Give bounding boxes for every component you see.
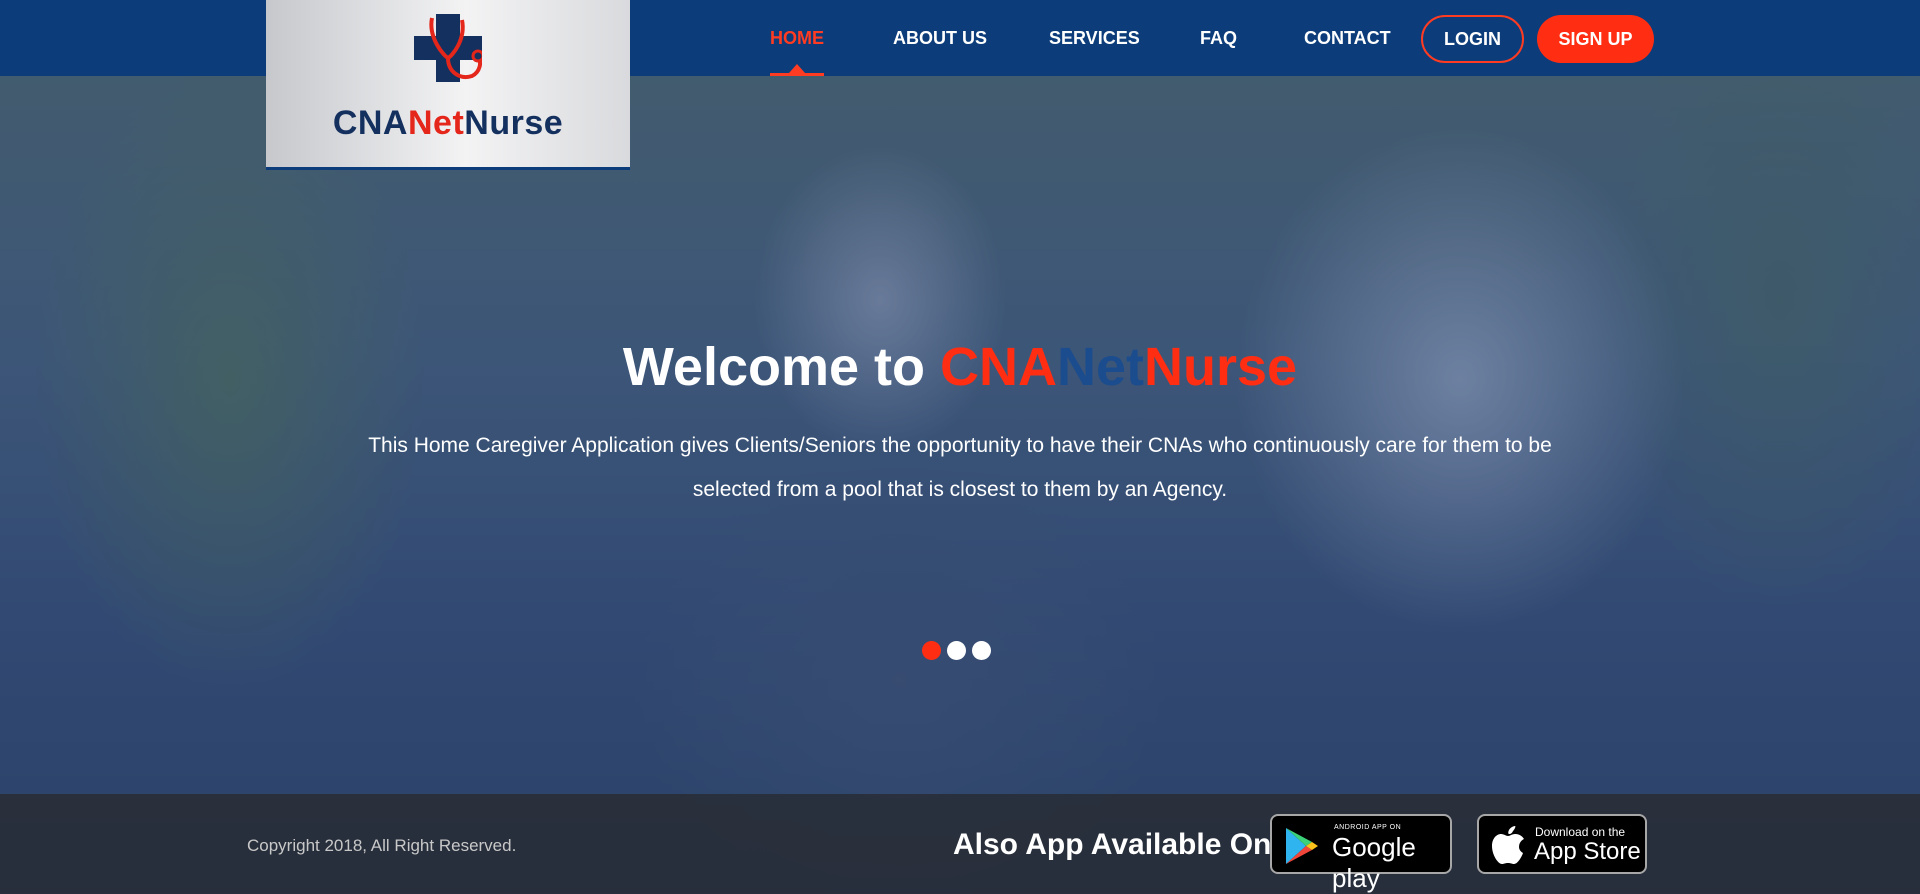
login-button[interactable]: LOGIN xyxy=(1421,15,1524,63)
carousel-dot-2[interactable] xyxy=(947,641,966,660)
nav-item-contact[interactable]: CONTACT xyxy=(1304,28,1391,50)
nav-item-services[interactable]: SERVICES xyxy=(1049,28,1140,50)
copyright-text: Copyright 2018, All Right Reserved. xyxy=(247,836,517,855)
nav-active-indicator-bar xyxy=(770,73,824,76)
hero-title-cna: CNA xyxy=(940,337,1057,397)
hero-title-net: Net xyxy=(1057,337,1145,397)
nav-active-indicator-arrow xyxy=(789,64,805,73)
signup-button[interactable]: SIGN UP xyxy=(1537,15,1654,63)
logo[interactable]: CNANetNurse xyxy=(266,0,630,170)
logo-text-cna: CNA xyxy=(332,104,408,142)
hero-title-prefix: Welcome to xyxy=(622,337,940,397)
carousel-dot-3[interactable] xyxy=(972,641,991,660)
nav-item-home[interactable]: HOME xyxy=(770,28,824,50)
carousel-dot-1[interactable] xyxy=(922,641,941,660)
apple-icon xyxy=(1492,826,1524,864)
logo-text-nurse: Nurse xyxy=(464,104,564,142)
logo-text-net: Net xyxy=(408,104,465,142)
google-play-icon xyxy=(1286,828,1318,864)
hero-subtitle: This Home Caregiver Application gives Cl… xyxy=(368,434,1552,501)
app-store-button[interactable]: Download on the App Store xyxy=(1477,814,1647,874)
hero-title-nurse: Nurse xyxy=(1144,337,1298,397)
app-available-heading: Also App Available On xyxy=(953,828,1272,861)
app-store-small-text: Download on the xyxy=(1535,825,1626,839)
app-store-big-text: App Store xyxy=(1534,838,1641,865)
google-play-small-text: ANDROID APP ON xyxy=(1334,824,1402,831)
hero-title: Welcome to CNANetNurse xyxy=(0,336,1920,398)
nav-item-about-us[interactable]: ABOUT US xyxy=(893,28,987,50)
medical-cross-stethoscope-icon xyxy=(414,14,482,82)
footer-bar: Copyright 2018, All Right Reserved. Also… xyxy=(0,794,1920,894)
nav-item-faq[interactable]: FAQ xyxy=(1200,28,1237,50)
google-play-button[interactable]: ANDROID APP ON Google play xyxy=(1270,814,1452,893)
google-play-big-text: Google play xyxy=(1332,832,1416,893)
logo-wordmark: CNANetNurse xyxy=(266,104,630,143)
